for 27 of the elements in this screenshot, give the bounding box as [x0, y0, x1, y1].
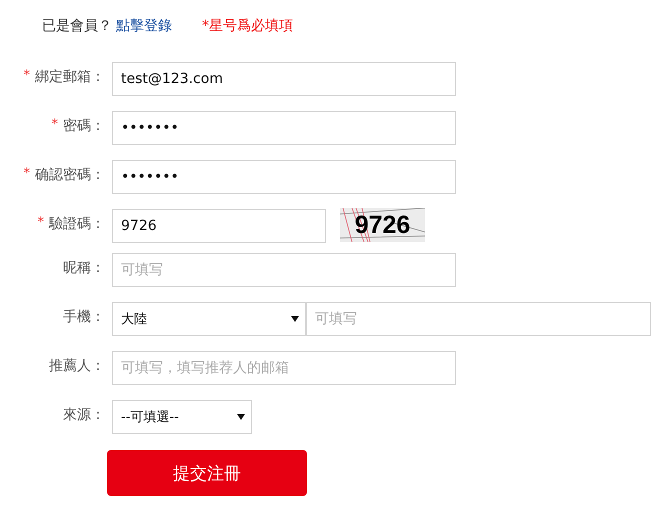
caret-icon — [237, 413, 245, 421]
required-mark: * — [24, 166, 30, 181]
field-label: 驗證碼： — [49, 215, 105, 233]
input-field[interactable]: 可填写 — [306, 302, 651, 336]
login-link[interactable]: 點擊登錄 — [116, 17, 172, 35]
member-prompt: 已是會員？ — [42, 17, 112, 35]
field-label: 昵稱： — [63, 259, 105, 277]
field-label: 推薦人： — [49, 357, 105, 375]
source-select[interactable]: --可填選-- — [112, 400, 252, 434]
field-label: 密碼： — [63, 117, 105, 135]
field-label: 來源： — [63, 406, 105, 424]
region-select[interactable]: 大陸 — [112, 302, 306, 336]
required-note: *星号爲必填項 — [202, 17, 293, 35]
required-mark: * — [38, 215, 44, 230]
field-label: 綁定郵箱： — [35, 68, 105, 86]
input-field[interactable]: 9726 — [112, 209, 326, 243]
field-label: 手機： — [63, 308, 105, 326]
required-mark: * — [52, 117, 58, 132]
input-field[interactable]: test@123.com — [112, 62, 456, 96]
input-field[interactable]: ••••••• — [112, 160, 456, 194]
input-field[interactable]: ••••••• — [112, 111, 456, 145]
input-field[interactable]: 可填写，填写推荐人的邮箱 — [112, 351, 456, 385]
field-label: 确認密碼： — [35, 166, 105, 184]
caret-icon — [291, 315, 299, 323]
required-mark: * — [24, 68, 30, 83]
submit-button[interactable]: 提交注冊 — [107, 450, 307, 496]
input-field[interactable]: 可填写 — [112, 253, 456, 287]
